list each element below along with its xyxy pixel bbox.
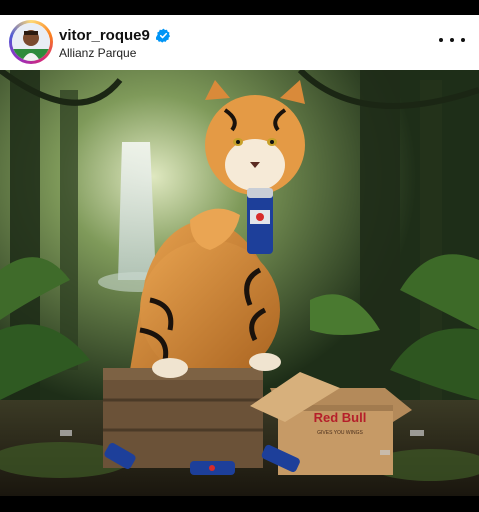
top-black-bar <box>0 0 479 15</box>
box-tagline-text: GIVES YOU WINGS <box>317 430 363 436</box>
post-image-illustration: Red Bull GIVES YOU WINGS <box>0 70 479 496</box>
more-dot-icon <box>450 38 454 42</box>
bottom-black-bar <box>0 496 479 512</box>
more-dot-icon <box>439 38 443 42</box>
box-brand-text: Red Bull <box>314 410 367 425</box>
more-dot-icon <box>461 38 465 42</box>
post-header: vitor_roque9 Allianz Parque <box>0 15 479 70</box>
verified-badge-icon <box>155 28 170 43</box>
location-link[interactable]: Allianz Parque <box>59 46 136 60</box>
username-row: vitor_roque9 <box>59 25 171 45</box>
post-image[interactable]: Red Bull GIVES YOU WINGS <box>0 70 479 496</box>
more-options-button[interactable] <box>439 32 465 48</box>
avatar-image <box>12 23 50 61</box>
username-link[interactable]: vitor_roque9 <box>59 27 150 44</box>
profile-avatar[interactable] <box>9 20 53 64</box>
